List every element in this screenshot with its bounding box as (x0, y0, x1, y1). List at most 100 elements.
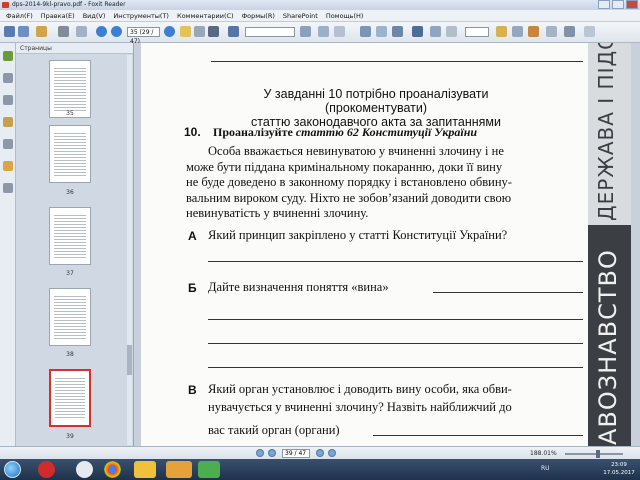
chrome-icon[interactable] (104, 461, 121, 478)
menu-help[interactable]: Помощь(H) (322, 10, 368, 21)
close-button[interactable] (626, 0, 638, 9)
next-page-icon[interactable] (316, 449, 324, 457)
yandex-browser-icon[interactable] (76, 461, 93, 478)
menu-view[interactable]: Вид(V) (79, 10, 110, 21)
search-icon[interactable] (300, 26, 311, 37)
save-icon[interactable] (18, 26, 29, 37)
rotate-icon[interactable] (360, 26, 371, 37)
comment-icon[interactable] (430, 26, 441, 37)
menu-bar: Файл(F) Правка(E) Вид(V) Инструменты(T) … (0, 10, 640, 22)
lock-icon[interactable] (3, 161, 13, 171)
question-b-letter: Б (188, 281, 197, 295)
app-a-icon[interactable] (198, 461, 220, 478)
task-number: 10. (184, 125, 201, 139)
fit-page-icon[interactable] (318, 26, 329, 37)
maximize-button[interactable] (612, 0, 624, 9)
attachment-icon[interactable] (546, 26, 557, 37)
search-input[interactable] (245, 27, 295, 37)
page-thumbnail-current[interactable] (49, 369, 91, 427)
answer-line (208, 319, 583, 320)
pages-panel-icon[interactable] (3, 51, 13, 61)
answer-line (208, 261, 583, 262)
question-b-text: Дайте визначення поняття «вина» (208, 280, 389, 294)
article-text: Особа вважається невинуватою у вчиненні … (186, 144, 584, 222)
panel-title: Страницы (16, 43, 133, 54)
typewriter-icon[interactable] (412, 26, 423, 37)
status-page-field[interactable]: 39 / 47 (282, 449, 310, 458)
first-page-icon[interactable] (256, 449, 264, 457)
menu-tools[interactable]: Инструменты(T) (109, 10, 173, 21)
page-thumbnail[interactable] (49, 207, 91, 265)
menu-file[interactable]: Файл(F) (2, 10, 37, 21)
settings-icon[interactable] (584, 26, 595, 37)
window-controls (598, 0, 638, 9)
page-number-field[interactable]: 35 (29 / 47) (127, 27, 160, 45)
signature-icon[interactable] (3, 183, 13, 193)
zoom-level: 188.01% (530, 450, 557, 457)
menu-forms[interactable]: Формы(R) (238, 10, 279, 21)
stamp-icon[interactable] (528, 26, 539, 37)
banner-text-top: ДЕРЖАВА І ПІДСУМ (594, 43, 618, 221)
banner-text-bottom: АВОЗНАВСТВО (594, 249, 622, 445)
attachments-icon[interactable] (3, 139, 13, 149)
next-page-icon[interactable] (111, 26, 122, 37)
question-a-letter: А (188, 229, 197, 243)
thumbnail-label: 37 (66, 270, 74, 277)
find-icon[interactable] (228, 26, 239, 37)
hand-tool-icon[interactable] (180, 26, 191, 37)
layers-icon[interactable] (3, 95, 13, 105)
language-indicator[interactable]: RU (541, 465, 550, 472)
answer-line (208, 343, 583, 344)
previous-page-icon[interactable] (268, 449, 276, 457)
minimize-button[interactable] (598, 0, 610, 9)
page-thumbnail[interactable] (49, 288, 91, 346)
foxit-reader-window: dps-2014-9kl-pravo.pdf - Foxit Reader Фа… (0, 0, 640, 480)
opera-icon[interactable] (38, 461, 55, 478)
section-side-banner: ДЕРЖАВА І ПІДСУМ АВОЗНАВСТВО (588, 43, 631, 446)
pdf-page: У завданні 10 потрібно проаналізувати (п… (141, 43, 631, 446)
next-page-icon-2[interactable] (164, 26, 175, 37)
menu-edit[interactable]: Правка(E) (37, 10, 79, 21)
zoom-out-icon[interactable] (392, 26, 403, 37)
folder-icon[interactable] (134, 461, 156, 478)
answer-line (211, 61, 583, 62)
status-bar: 39 / 47 188.01% (0, 446, 640, 459)
article-line: вальним вироком суду. Ніхто не зобов’яза… (186, 190, 512, 205)
clock[interactable]: 23:09 17.05.2017 (600, 461, 638, 477)
note-icon[interactable] (512, 26, 523, 37)
previous-page-icon[interactable] (96, 26, 107, 37)
left-icon-strip (0, 43, 16, 446)
zoom-in-icon[interactable] (376, 26, 387, 37)
print-icon[interactable] (58, 26, 69, 37)
open-folder-icon[interactable] (36, 26, 47, 37)
fit-width-icon[interactable] (334, 26, 345, 37)
page-thumbnail[interactable] (49, 125, 91, 183)
zoom-slider-handle[interactable] (596, 450, 600, 458)
thumbnail-scrollbar[interactable] (127, 55, 132, 445)
email-icon[interactable] (76, 26, 87, 37)
highlight-icon[interactable] (496, 26, 507, 37)
task-intro: У завданні 10 потрібно проаналізувати (п… (211, 87, 541, 129)
zoom-input[interactable] (465, 27, 489, 37)
title-bar: dps-2014-9kl-pravo.pdf - Foxit Reader (0, 0, 640, 10)
last-page-icon[interactable] (328, 449, 336, 457)
start-button[interactable] (4, 461, 21, 478)
snapshot-icon[interactable] (446, 26, 457, 37)
article-line: не буде доведено в законному порядку і в… (186, 175, 512, 189)
document-view[interactable]: У завданні 10 потрібно проаналізувати (п… (134, 43, 640, 446)
menu-comments[interactable]: Комментарии(C) (173, 10, 238, 21)
bookmarks-icon[interactable] (3, 73, 13, 83)
menu-sharepoint[interactable]: SharePoint (279, 10, 322, 21)
window-title: dps-2014-9kl-pravo.pdf - Foxit Reader (12, 1, 126, 8)
zoom-slider[interactable] (565, 453, 623, 455)
select-text-icon[interactable] (194, 26, 205, 37)
comments-icon[interactable] (3, 117, 13, 127)
foxit-task-icon[interactable] (166, 461, 192, 478)
question-v-letter: В (188, 383, 197, 397)
sign-icon[interactable] (564, 26, 575, 37)
answer-line (373, 435, 583, 436)
open-icon[interactable] (4, 26, 15, 37)
intro-line: У завданні 10 потрібно проаналізувати (п… (263, 87, 489, 115)
select-cursor-icon[interactable] (208, 26, 219, 37)
foxit-logo-icon (2, 2, 9, 8)
